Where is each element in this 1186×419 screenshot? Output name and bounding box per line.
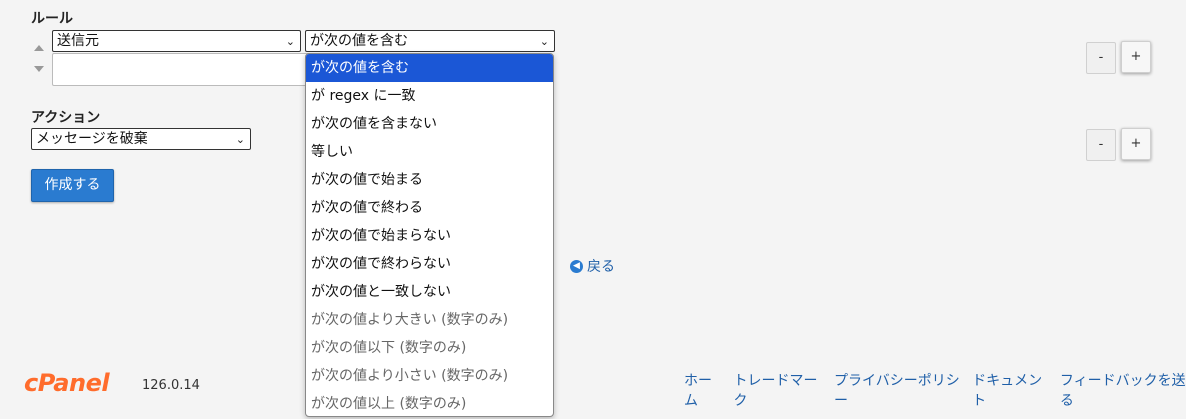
- footer-link-privacy[interactable]: プライバシーポリシー: [834, 370, 960, 410]
- condition-option[interactable]: が次の値で終わらない: [306, 250, 553, 278]
- move-down-icon[interactable]: [34, 66, 44, 72]
- chevron-down-icon: ⌄: [235, 133, 245, 146]
- back-arrow-icon: ◀: [570, 259, 583, 273]
- condition-option[interactable]: が次の値を含まない: [306, 110, 553, 138]
- add-action-button[interactable]: +: [1121, 128, 1151, 160]
- condition-option[interactable]: が次の値で始まる: [306, 166, 553, 194]
- chevron-down-icon: ⌄: [285, 35, 295, 48]
- condition-option[interactable]: が次の値で終わる: [306, 194, 553, 222]
- condition-dropdown-list: が次の値を含むが regex に一致 が次の値を含まない 等しい が次の値で始まる が次…: [305, 53, 554, 417]
- create-button[interactable]: 作成する: [31, 169, 114, 202]
- rules-heading: ルール: [31, 11, 73, 27]
- condition-option: が次の値より大きい (数字のみ): [311, 312, 509, 328]
- condition-option[interactable]: が次の値で始まらない: [306, 222, 553, 250]
- condition-option: が次の値より小さい (数字のみ): [311, 368, 509, 384]
- rule-condition-select[interactable]: が次の値を含む ⌄: [305, 30, 555, 52]
- footer-link-trademark[interactable]: トレードマーク: [734, 370, 822, 410]
- remove-action-button[interactable]: -: [1086, 129, 1116, 161]
- rule-field-value: 送信元: [57, 33, 99, 49]
- back-link-label: 戻る: [587, 259, 615, 275]
- footer-link-feedback[interactable]: フィードバックを送る: [1060, 370, 1186, 410]
- add-rule-button[interactable]: +: [1121, 41, 1151, 73]
- condition-option: が次の値以下 (数字のみ): [311, 340, 467, 356]
- actions-heading: アクション: [31, 110, 101, 126]
- condition-option[interactable]: 等しい: [306, 138, 553, 166]
- footer-link-home[interactable]: ホーム: [684, 370, 722, 410]
- back-link[interactable]: ◀ 戻る: [570, 256, 615, 276]
- condition-option: が次の値以上 (数字のみ): [311, 396, 467, 412]
- condition-option[interactable]: が次の値と一致しない: [306, 278, 553, 306]
- action-value: メッセージを破棄: [36, 131, 148, 147]
- filter-editor-page: ルール 送信元 ⌄ が次の値を含む ⌄ - + アクション メッセージを破棄 ⌄…: [0, 0, 1186, 419]
- cpanel-logo[interactable]: cPanel: [24, 369, 110, 397]
- move-up-icon[interactable]: [34, 45, 44, 51]
- condition-option[interactable]: が regex に一致: [306, 82, 553, 110]
- footer-link-documentation[interactable]: ドキュメント: [972, 370, 1048, 410]
- action-select[interactable]: メッセージを破棄 ⌄: [31, 128, 251, 150]
- rule-value-input[interactable]: [52, 53, 312, 86]
- rule-field-select[interactable]: 送信元 ⌄: [52, 30, 301, 52]
- remove-rule-button[interactable]: -: [1086, 42, 1116, 74]
- footer-links: ホーム トレードマーク プライバシーポリシー ドキュメント フィードバックを送る: [684, 370, 1186, 410]
- version-number: 126.0.14: [142, 378, 200, 393]
- rule-condition-value: が次の値を含む: [310, 33, 408, 49]
- chevron-down-icon: ⌄: [539, 35, 549, 48]
- condition-option[interactable]: が次の値を含む: [306, 54, 553, 82]
